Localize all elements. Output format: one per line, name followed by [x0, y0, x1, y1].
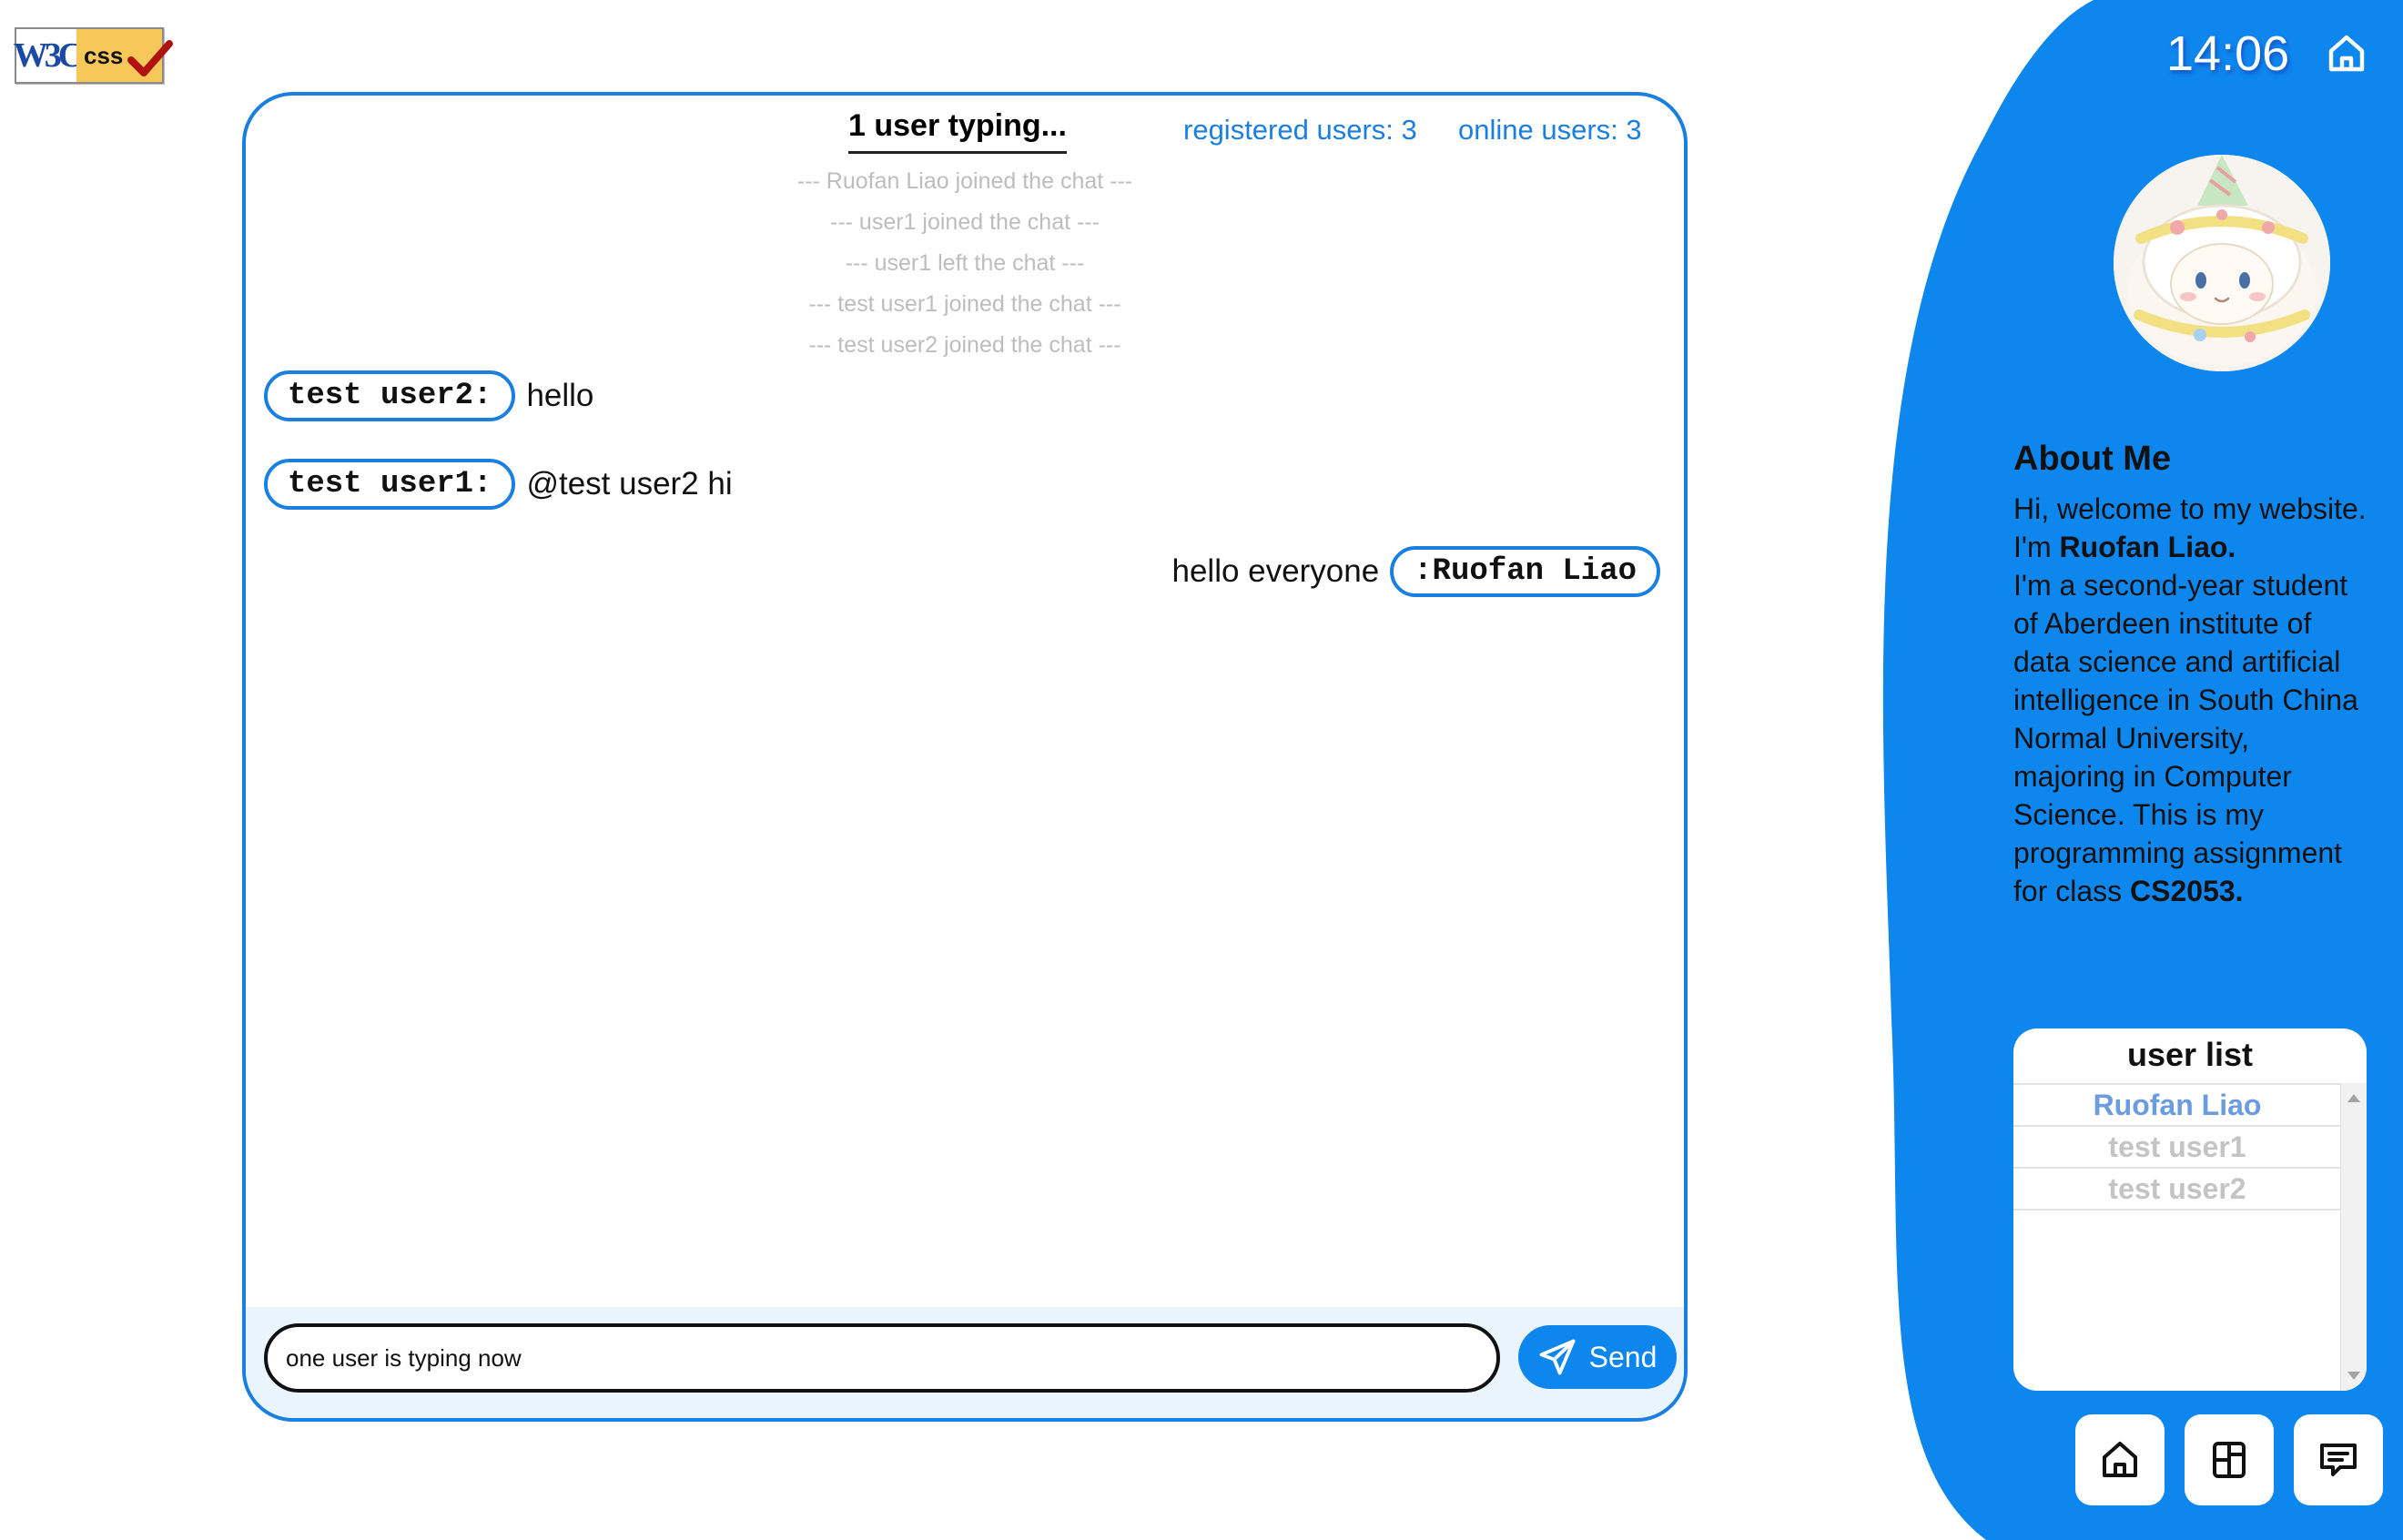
chat-icon	[2320, 1444, 2357, 1476]
system-message: --- test user1 joined the chat ---	[808, 291, 1121, 317]
system-message: --- user1 left the chat ---	[845, 250, 1085, 276]
css-logo-panel: css	[76, 29, 173, 82]
about-name: Ruofan Liao.	[2059, 531, 2236, 563]
sender-pill: test user2:	[264, 370, 516, 421]
sender-pill: :Ruofan Liao	[1390, 546, 1660, 597]
scroll-up-icon[interactable]	[2347, 1094, 2360, 1102]
avatar	[2114, 155, 2330, 371]
paper-plane-icon	[1539, 1339, 1576, 1375]
system-message: --- Ruofan Liao joined the chat ---	[796, 168, 1133, 194]
home-icon	[2103, 1442, 2137, 1477]
chat-panel: 1 user typing... registered users: 3 onl…	[242, 92, 1688, 1422]
nav-home-button[interactable]	[2075, 1414, 2165, 1505]
user-list-item-test-user2[interactable]: test user2	[2013, 1169, 2341, 1211]
message-input-bar: Send	[246, 1307, 1684, 1418]
online-users-count: online users: 3	[1458, 114, 1642, 146]
chat-message: test user2: hello	[264, 370, 593, 421]
message-input[interactable]	[264, 1323, 1500, 1393]
user-list-items: Ruofan Liao test user1 test user2	[2013, 1083, 2341, 1391]
send-label: Send	[1588, 1340, 1658, 1373]
sender-pill: test user1:	[264, 459, 516, 510]
layout-icon	[2213, 1442, 2246, 1478]
nav-layout-button[interactable]	[2185, 1414, 2274, 1505]
user-list: user list Ruofan Liao test user1 test us…	[2013, 1028, 2367, 1391]
message-text: hello	[526, 378, 594, 413]
user-list-item-test-user1[interactable]: test user1	[2013, 1127, 2341, 1169]
about-body: I'm a second-year student of Aberdeen in…	[2013, 569, 2358, 907]
about-me-text: Hi, welcome to my website. I'm Ruofan Li…	[2013, 490, 2368, 910]
w3c-logo-text: W3C	[14, 29, 83, 82]
w3c-css-badge[interactable]: W3C css	[14, 27, 173, 84]
sheep-avatar-illustration	[2114, 155, 2330, 371]
system-message: --- user1 joined the chat ---	[830, 209, 1100, 235]
nav-chat-button[interactable]	[2294, 1414, 2383, 1505]
checkmark-icon	[127, 40, 173, 76]
home-icon[interactable]	[2325, 31, 2368, 76]
chat-message: test user1: @test user2 hi	[264, 459, 733, 510]
own-chat-message: hello everyone :Ruofan Liao	[1171, 546, 1660, 597]
scroll-down-icon[interactable]	[2347, 1372, 2360, 1380]
user-list-item-ruofan-liao[interactable]: Ruofan Liao	[2013, 1085, 2341, 1127]
page: W3C css 1 user typing... registered user…	[0, 0, 2403, 1540]
message-text: @test user2 hi	[526, 466, 733, 502]
css-logo-text: css	[84, 41, 124, 69]
about-me-title: About Me	[2013, 440, 2172, 478]
about-class: CS2053.	[2130, 875, 2244, 907]
user-list-scrollbar[interactable]	[2340, 1083, 2367, 1391]
message-text: hello everyone	[1171, 553, 1380, 589]
registered-users-count: registered users: 3	[1183, 114, 1417, 146]
user-list-title: user list	[2126, 1036, 2254, 1073]
clock-time: 14:06	[2166, 26, 2290, 81]
typing-status: 1 user typing...	[848, 108, 1067, 154]
send-button[interactable]: Send	[1518, 1325, 1677, 1389]
system-message: --- test user2 joined the chat ---	[808, 332, 1121, 358]
